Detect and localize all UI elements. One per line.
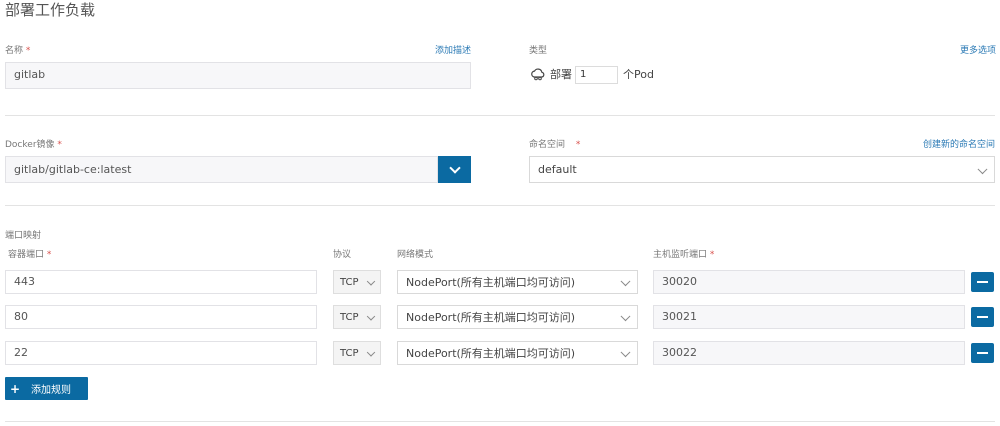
required-mark: * [25, 46, 31, 56]
protocol-select[interactable]: TCP [333, 305, 381, 329]
image-label: Docker镜像 * [5, 139, 62, 151]
col-host-port: 主机监听端口 * [653, 249, 714, 261]
container-port-input[interactable]: 443 [5, 270, 317, 294]
divider [5, 421, 995, 422]
image-input[interactable]: gitlab/gitlab-ce:latest [5, 156, 438, 183]
network-mode-select[interactable]: NodePort(所有主机端口均可访问) [397, 270, 638, 294]
cloud-cluster-icon [530, 66, 546, 82]
col-container-port: 容器端口 * [8, 249, 51, 261]
more-options-link[interactable]: 更多选项 [960, 45, 996, 57]
namespace-label: 命名空间 * [529, 139, 580, 151]
create-namespace-link[interactable]: 创建新的命名空间 [923, 139, 995, 151]
chevron-down-icon [977, 163, 988, 174]
namespace-select[interactable]: default [529, 156, 995, 183]
namespace-label-text: 命名空间 [529, 140, 566, 150]
chevron-down-icon [366, 312, 376, 321]
network-mode-select[interactable]: NodePort(所有主机端口均可访问) [397, 341, 638, 365]
protocol-select[interactable]: TCP [333, 341, 381, 365]
chevron-down-icon [620, 276, 631, 287]
plus-icon: + [9, 381, 21, 396]
minus-icon [977, 316, 988, 318]
pod-unit-label: 个Pod [623, 68, 654, 81]
host-port-input[interactable]: 30020 [653, 270, 965, 294]
protocol-value: TCP [340, 276, 359, 288]
remove-row-button[interactable] [971, 307, 994, 327]
deploy-label: 部署 [550, 68, 572, 81]
col-container-port-text: 容器端口 [8, 250, 45, 260]
chevron-down-icon [366, 348, 376, 357]
container-port-input[interactable]: 80 [5, 305, 317, 329]
required-mark: * [57, 140, 62, 150]
protocol-value: TCP [340, 347, 359, 359]
minus-icon [977, 281, 988, 283]
chevron-down-icon [620, 347, 631, 358]
col-host-port-text: 主机监听端口 [653, 250, 708, 260]
pod-count-input[interactable]: 1 [575, 66, 618, 84]
chevron-down-icon [620, 311, 631, 322]
required-mark: * [709, 250, 715, 260]
remove-row-button[interactable] [971, 343, 994, 363]
divider [5, 205, 995, 206]
name-label: 名称 * [5, 45, 30, 57]
image-dropdown-button[interactable] [438, 156, 471, 183]
add-description-link[interactable]: 添加描述 [435, 45, 471, 57]
name-label-text: 名称 [5, 46, 24, 56]
container-port-input[interactable]: 22 [5, 341, 317, 365]
divider [5, 115, 995, 116]
network-mode-value: NodePort(所有主机端口均可访问) [406, 276, 576, 289]
chevron-down-icon [448, 161, 461, 174]
add-rule-button[interactable]: + 添加规则 [5, 377, 88, 400]
page-title: 部署工作负载 [5, 1, 96, 19]
remove-row-button[interactable] [971, 272, 994, 292]
host-port-input[interactable]: 30022 [653, 341, 965, 365]
protocol-select[interactable]: TCP [333, 270, 381, 294]
name-input[interactable]: gitlab [5, 62, 471, 89]
minus-icon [977, 352, 988, 354]
network-mode-value: NodePort(所有主机端口均可访问) [406, 311, 576, 324]
image-label-text: Docker镜像 [5, 140, 55, 150]
chevron-down-icon [366, 277, 376, 286]
required-mark: * [575, 140, 581, 150]
col-protocol: 协议 [333, 250, 352, 260]
protocol-value: TCP [340, 311, 359, 323]
required-mark: * [46, 250, 52, 260]
col-network-mode: 网络模式 [397, 250, 434, 260]
port-mapping-title: 端口映射 [5, 231, 42, 241]
network-mode-select[interactable]: NodePort(所有主机端口均可访问) [397, 305, 638, 329]
type-label: 类型 [529, 46, 548, 56]
network-mode-value: NodePort(所有主机端口均可访问) [406, 347, 576, 360]
host-port-input[interactable]: 30021 [653, 305, 965, 329]
namespace-value: default [538, 163, 577, 176]
add-rule-label: 添加规则 [31, 385, 71, 396]
